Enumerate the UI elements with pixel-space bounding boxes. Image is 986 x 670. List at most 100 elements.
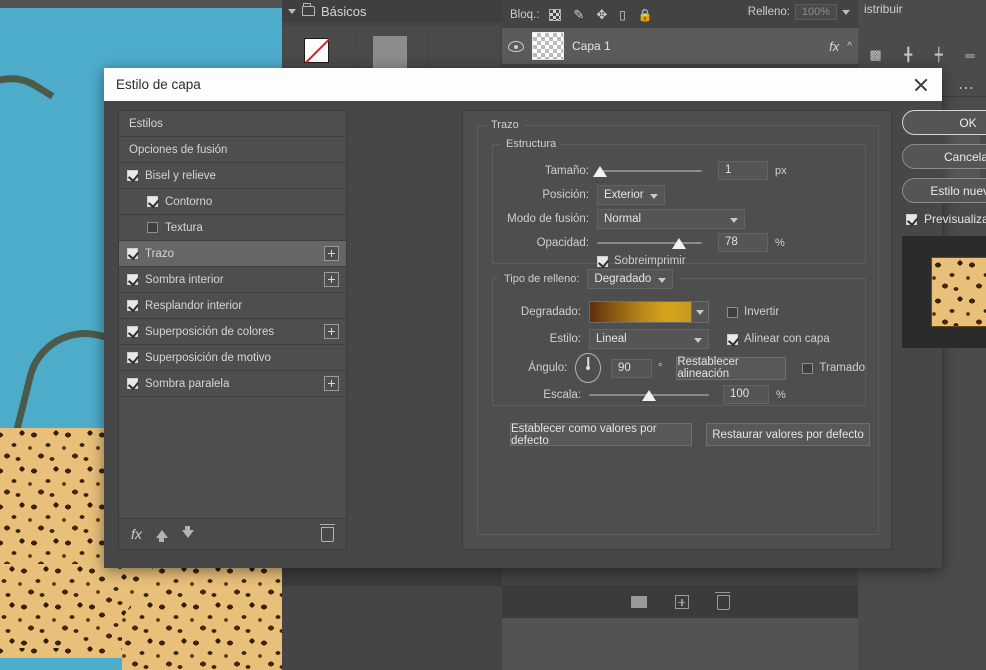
chevron-up-icon[interactable]: ^: [847, 41, 852, 52]
cancel-button[interactable]: Cancelar: [902, 144, 986, 169]
size-slider[interactable]: [597, 164, 702, 178]
slider-track: [597, 242, 702, 245]
slider-knob[interactable]: [642, 390, 656, 401]
close-icon[interactable]: [910, 74, 932, 96]
scale-input[interactable]: 100: [723, 385, 769, 404]
trash-icon[interactable]: [321, 527, 334, 542]
position-select[interactable]: Exterior: [597, 185, 665, 205]
layer-row[interactable]: Capa 1 fx ^: [502, 28, 858, 64]
angle-row: Ángulo: 90 ° Restablecer alineación Tram…: [493, 353, 865, 383]
blend-mode-select[interactable]: Normal: [597, 209, 745, 229]
size-input[interactable]: 1: [718, 161, 768, 180]
brush-lock-icon[interactable]: ✎: [573, 7, 584, 23]
style-label: Estilo:: [493, 333, 581, 345]
sidebar-item-superposicion-de-colores[interactable]: Superposición de colores: [119, 319, 346, 345]
effect-checkbox[interactable]: [127, 352, 138, 363]
sidebar-item-contorno[interactable]: Contorno: [119, 189, 346, 215]
sidebar-item-estilos[interactable]: Estilos: [119, 111, 346, 137]
preview-label: Previsualizar: [924, 212, 986, 226]
dither-checkbox[interactable]: [802, 363, 813, 374]
reset-alignment-button[interactable]: Restablecer alineación: [676, 357, 786, 380]
new-layer-icon[interactable]: [675, 595, 689, 609]
align-top-icon[interactable]: ╋: [904, 47, 912, 63]
layer-fx-icon[interactable]: fx: [829, 39, 839, 54]
opacity-input[interactable]: 78: [718, 233, 768, 252]
align-bottom-icon[interactable]: ═: [965, 48, 974, 63]
artboard-lock-icon[interactable]: ▯: [619, 8, 626, 22]
opacity-unit: %: [775, 237, 785, 249]
add-effect-icon[interactable]: [324, 272, 339, 287]
blend-mode-row: Modo de fusión: Normal: [493, 209, 865, 229]
dialog-titlebar: Estilo de capa: [104, 68, 942, 101]
fill-type-label: Tipo de relleno:: [504, 273, 579, 285]
invert-checkbox[interactable]: [727, 307, 738, 318]
invert-label: Invertir: [744, 306, 779, 318]
effect-checkbox[interactable]: [147, 222, 158, 233]
sidebar-item-sombra-paralela[interactable]: Sombra paralela: [119, 371, 346, 397]
move-lock-icon[interactable]: ✥: [596, 7, 607, 23]
swatch-none[interactable]: [282, 26, 354, 72]
effect-checkbox[interactable]: [127, 300, 138, 311]
sidebar-item-opciones-de-fusion[interactable]: Opciones de fusión: [119, 137, 346, 163]
fx-icon[interactable]: fx: [131, 526, 142, 542]
swatch-grey[interactable]: [355, 26, 427, 72]
position-value: Exterior: [604, 189, 644, 201]
align-middle-icon[interactable]: ┿: [935, 47, 943, 63]
invert-checkbox-row[interactable]: Invertir: [727, 306, 779, 318]
layer-name[interactable]: Capa 1: [572, 39, 611, 53]
add-effect-icon[interactable]: [324, 246, 339, 261]
arrow-up-icon[interactable]: [156, 530, 168, 538]
swatch-group-header[interactable]: Básicos: [282, 0, 502, 22]
restore-defaults-button[interactable]: Restaurar valores por defecto: [706, 423, 870, 446]
sidebar-item-textura[interactable]: Textura: [119, 215, 346, 241]
slider-knob[interactable]: [672, 238, 686, 249]
overprint-label: Sobreimprimir: [614, 255, 686, 267]
delete-layer-icon[interactable]: [717, 595, 730, 610]
effect-checkbox[interactable]: [127, 170, 138, 181]
add-effect-icon[interactable]: [324, 324, 339, 339]
effect-checkbox[interactable]: [127, 274, 138, 285]
eye-visibility-icon[interactable]: [508, 41, 524, 52]
gradient-picker-button[interactable]: [692, 301, 709, 323]
scale-slider[interactable]: [589, 388, 709, 402]
fill-value-input[interactable]: 100%: [795, 4, 837, 20]
distribute-left-icon[interactable]: ▩: [869, 47, 881, 63]
overprint-checkbox[interactable]: [597, 256, 608, 267]
add-effect-icon[interactable]: [324, 376, 339, 391]
sidebar-item-trazo[interactable]: Trazo: [119, 241, 346, 267]
chevron-down-icon[interactable]: [842, 10, 850, 15]
ok-button[interactable]: OK: [902, 110, 986, 135]
overprint-checkbox-row[interactable]: Sobreimprimir: [597, 255, 686, 267]
opacity-slider[interactable]: [597, 236, 702, 250]
all-lock-icon[interactable]: 🔒: [638, 8, 653, 22]
gradient-swatch[interactable]: [589, 301, 692, 323]
dither-checkbox-row[interactable]: Tramado: [802, 362, 865, 374]
effect-checkbox[interactable]: [147, 196, 158, 207]
angle-dial[interactable]: [575, 353, 601, 383]
effect-checkbox[interactable]: [127, 248, 138, 259]
align-layer-checkbox[interactable]: [727, 334, 738, 345]
arrow-down-icon[interactable]: [182, 530, 194, 538]
swatch-empty[interactable]: [428, 26, 500, 72]
fill-type-select[interactable]: Degradado: [587, 269, 673, 289]
sidebar-item-bisel-y-relieve[interactable]: Bisel y relieve: [119, 163, 346, 189]
preview-checkbox-row[interactable]: Previsualizar: [906, 212, 986, 226]
align-layer-checkbox-row[interactable]: Alinear con capa: [727, 333, 830, 345]
effects-list: Estilos Opciones de fusión Bisel y relie…: [118, 110, 347, 550]
sidebar-item-sombra-interior[interactable]: Sombra interior: [119, 267, 346, 293]
fill-label: Relleno:: [748, 6, 790, 18]
new-group-icon[interactable]: [631, 596, 647, 608]
layer-style-dialog: Estilo de capa Estilos Opciones de fusió…: [104, 68, 942, 568]
preview-checkbox[interactable]: [906, 214, 917, 225]
slider-knob[interactable]: [593, 166, 607, 177]
new-style-button[interactable]: Estilo nuevo...: [902, 178, 986, 203]
checker-lock-icon[interactable]: [549, 9, 561, 21]
sidebar-item-superposicion-de-motivo[interactable]: Superposición de motivo: [119, 345, 346, 371]
angle-input[interactable]: 90: [611, 359, 652, 378]
set-defaults-button[interactable]: Establecer como valores por defecto: [510, 423, 692, 446]
more-options-icon[interactable]: ⋯: [958, 78, 976, 98]
sidebar-item-resplandor-interior[interactable]: Resplandor interior: [119, 293, 346, 319]
style-select[interactable]: Lineal: [589, 329, 709, 349]
effect-checkbox[interactable]: [127, 326, 138, 337]
effect-checkbox[interactable]: [127, 378, 138, 389]
